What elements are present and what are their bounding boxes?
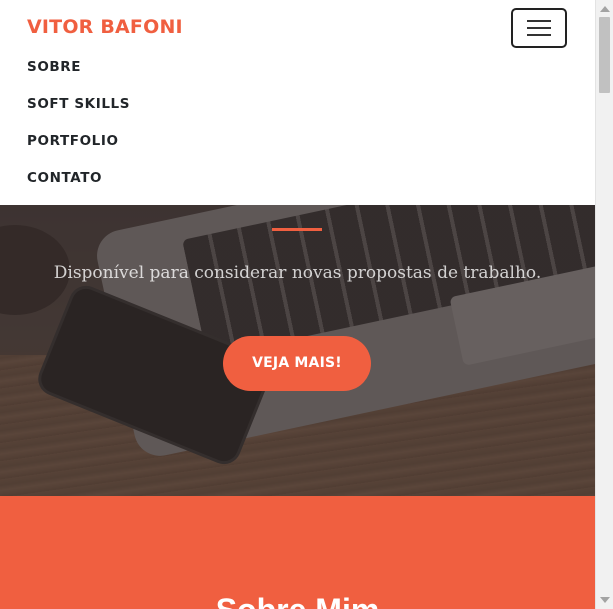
navbar: VITOR BAFONI SOBRE SOFT SKILLS PORTFOLIO… — [0, 0, 595, 205]
hero-section: Disponível para considerar novas propost… — [0, 205, 595, 496]
nav-link-portfolio[interactable]: PORTFOLIO — [27, 133, 119, 149]
scroll-down-arrow-icon[interactable] — [600, 597, 610, 603]
nav-link-contato[interactable]: CONTATO — [27, 170, 102, 186]
hero-tagline: Disponível para considerar novas propost… — [53, 263, 542, 283]
veja-mais-button[interactable]: VEJA MAIS! — [223, 336, 371, 391]
page: VITOR BAFONI SOBRE SOFT SKILLS PORTFOLIO… — [0, 0, 595, 609]
menu-toggle-button[interactable] — [511, 8, 567, 48]
brand-logo[interactable]: VITOR BAFONI — [27, 16, 183, 38]
nav-link-soft-skills[interactable]: SOFT SKILLS — [27, 96, 130, 112]
about-section: Sobre Mim — [0, 496, 595, 609]
vertical-scrollbar[interactable] — [595, 0, 613, 609]
about-title: Sobre Mim — [0, 592, 595, 609]
nav-link-sobre[interactable]: SOBRE — [27, 59, 81, 75]
scroll-thumb[interactable] — [599, 17, 610, 93]
scroll-up-arrow-icon[interactable] — [600, 6, 610, 12]
hero-divider — [272, 228, 322, 231]
